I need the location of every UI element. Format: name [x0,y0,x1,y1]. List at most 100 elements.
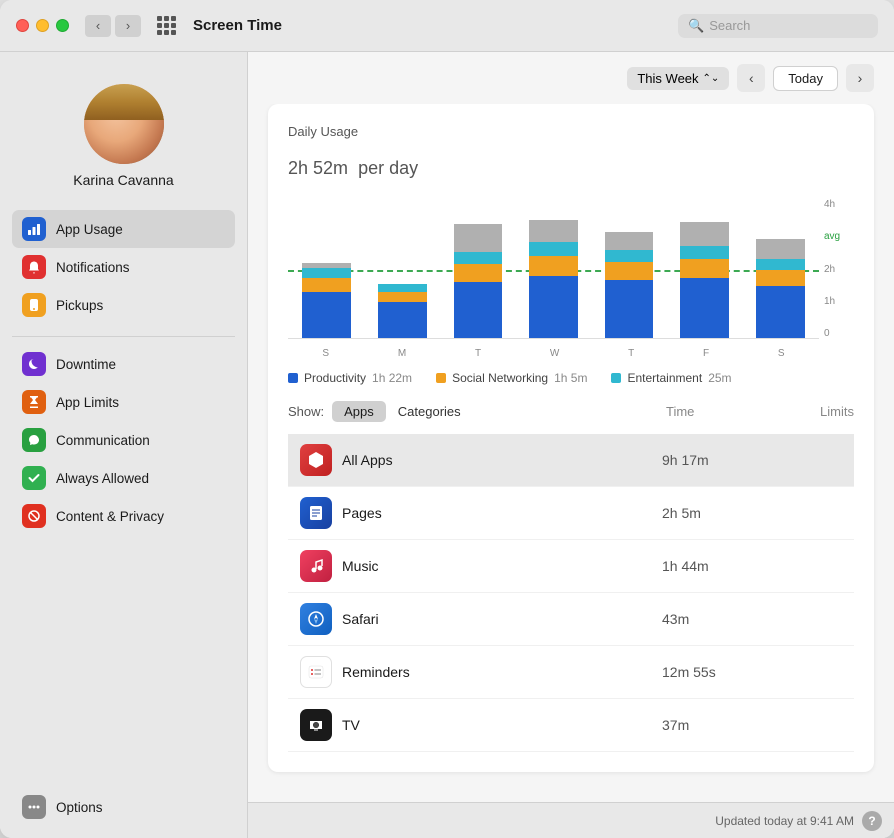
show-label: Show: [288,404,324,419]
table-row[interactable]: Pages 2h 5m [288,487,854,540]
avatar-face [84,84,164,164]
bar-cyan [378,284,427,292]
main-panel: This Week ⌃⌄ ‹ Today › Daily Usage 2h 52… [248,52,894,838]
sidebar-spacer [12,541,235,786]
sidebar-item-communication[interactable]: Communication [12,421,235,459]
block-icon [22,504,46,528]
bar-stack [292,263,362,338]
bar-gray [680,222,729,246]
bar-blue [378,302,427,338]
back-button[interactable]: ‹ [85,15,111,37]
x-label-f: F [703,348,709,359]
bar-stack [594,232,664,338]
forward-button[interactable]: › [115,15,141,37]
minimize-button[interactable] [36,19,49,32]
window: ‹ › Screen Time 🔍 Search [0,0,894,838]
usage-time: 2h 52m [288,158,348,178]
bar-group-w [519,199,589,338]
pickup-icon [22,293,46,317]
bar-group-t2 [594,199,664,338]
tab-apps[interactable]: Apps [332,401,386,422]
chart-area: 4h avg 2h 1h 0 [288,199,854,359]
prev-week-button[interactable]: ‹ [737,64,765,92]
daily-usage-value: 2h 52m per day [288,141,854,183]
x-label-s2: S [778,348,785,359]
bar-stack [368,284,438,338]
bar-cyan [454,252,503,264]
app-time: 37m [662,717,762,733]
sidebar-group-1: App Usage Notifications [12,210,235,324]
titlebar: ‹ › Screen Time 🔍 Search [0,0,894,52]
options-label: Options [56,800,103,815]
check-icon [22,466,46,490]
bar-blue [605,280,654,338]
next-week-button[interactable]: › [846,64,874,92]
bar-blue [454,282,503,338]
today-button[interactable]: Today [773,66,838,91]
grid-button[interactable] [153,13,179,39]
y-axis: 4h avg 2h 1h 0 [824,199,854,339]
y-label-2h: 2h [824,264,835,275]
legend-label-social: Social Networking [452,371,548,385]
sidebar-item-label: Communication [56,433,150,448]
week-selector[interactable]: This Week ⌃⌄ [627,67,729,90]
bar-blue [302,292,351,338]
bar-cyan [529,242,578,256]
user-profile: Karina Cavanna [12,68,235,208]
bar-gray [756,239,805,259]
col-time-header: Time [666,404,766,419]
bar-orange [454,264,503,282]
table-row[interactable]: Safari 43m [288,593,854,646]
legend-dot-entertainment [611,373,621,383]
table-row[interactable]: All Apps 9h 17m [288,434,854,487]
app-time: 9h 17m [662,452,762,468]
bar-orange [680,259,729,278]
sidebar-item-content-privacy[interactable]: Content & Privacy [12,497,235,535]
bar-group-t1 [443,199,513,338]
sidebar-item-always-allowed[interactable]: Always Allowed [12,459,235,497]
maximize-button[interactable] [56,19,69,32]
sidebar-item-pickups[interactable]: Pickups [12,286,235,324]
sidebar-item-notifications[interactable]: Notifications [12,248,235,286]
table-row[interactable]: TV 37m [288,699,854,752]
week-label: This Week [637,71,698,86]
safari-icon [300,603,332,635]
app-name: TV [342,717,662,733]
help-button[interactable]: ? [862,811,882,831]
sidebar-item-app-limits[interactable]: App Limits [12,383,235,421]
x-label-m: M [398,348,406,359]
main-content-area: Daily Usage 2h 52m per day 4h avg 2h 1h [248,104,894,802]
options-item[interactable]: Options [12,788,235,826]
bar-blue [680,278,729,338]
x-label-w: W [550,348,559,359]
table-row[interactable]: Music 1h 44m [288,540,854,593]
bar-group-s1 [292,199,362,338]
legend-label-entertainment: Entertainment [627,371,702,385]
x-label-t1: T [475,348,481,359]
usage-card: Daily Usage 2h 52m per day 4h avg 2h 1h [268,104,874,772]
show-row: Show: Apps Categories Time Limits [288,401,854,430]
traffic-lights [16,19,69,32]
bar-gray [605,232,654,250]
legend-time-productivity: 1h 22m [372,371,412,385]
legend-dot-productivity [288,373,298,383]
bar-group-m [368,199,438,338]
options-icon [22,795,46,819]
sidebar-item-downtime[interactable]: Downtime [12,345,235,383]
chart-legend: Productivity 1h 22m Social Networking 1h… [288,371,854,385]
close-button[interactable] [16,19,29,32]
app-name: Safari [342,611,662,627]
pages-icon [300,497,332,529]
search-box[interactable]: 🔍 Search [678,14,878,38]
app-name: All Apps [342,452,662,468]
sidebar-item-label: Notifications [56,260,130,275]
table-row[interactable]: Reminders 12m 55s [288,646,854,699]
sidebar-item-app-usage[interactable]: App Usage [12,210,235,248]
tab-categories[interactable]: Categories [386,401,473,422]
bar-blue [756,286,805,338]
sidebar-group-2: Downtime App Limits [12,345,235,535]
user-name: Karina Cavanna [73,172,173,188]
legend-time-entertainment: 25m [708,371,731,385]
bar-stack [443,224,513,338]
col-limits-header: Limits [774,404,854,419]
